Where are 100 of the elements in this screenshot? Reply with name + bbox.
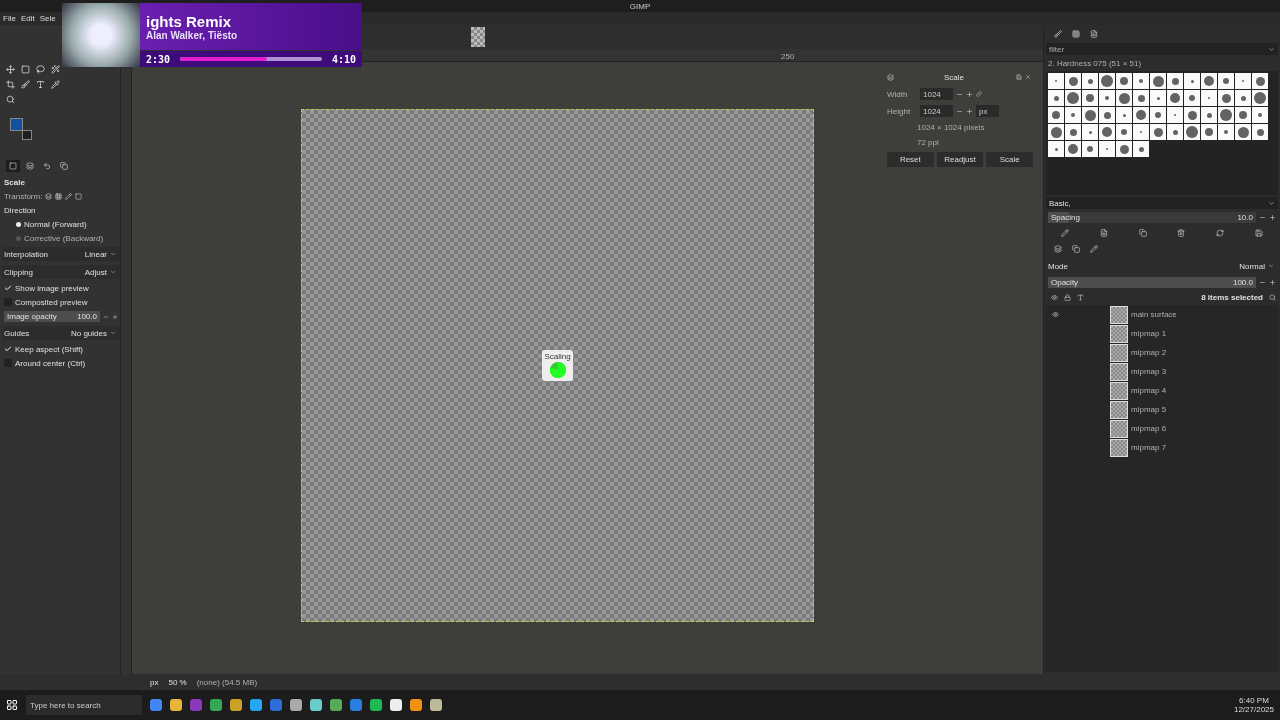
brush-thumbnail[interactable] <box>1150 73 1166 89</box>
close-icon[interactable] <box>1025 74 1031 80</box>
brush-thumbnail[interactable] <box>1065 141 1081 157</box>
eyedropper-icon[interactable] <box>51 80 60 89</box>
search-field[interactable]: Type here to search <box>26 695 142 715</box>
brush-thumbnail[interactable] <box>1082 90 1098 106</box>
patterns-tab-icon[interactable] <box>1072 30 1080 38</box>
tool-options-tab-icon[interactable] <box>6 160 20 172</box>
chain-link-icon[interactable] <box>976 91 982 97</box>
opacity-slider[interactable]: Image opacity 100.0 <box>4 311 100 322</box>
taskbar-app-icon[interactable] <box>210 699 222 711</box>
eye-icon[interactable] <box>1051 293 1058 301</box>
brush-thumbnail[interactable] <box>1116 124 1132 140</box>
brush-thumbnail[interactable] <box>1184 90 1200 106</box>
brush-thumbnail[interactable] <box>1184 124 1200 140</box>
brush-thumbnail[interactable] <box>1184 73 1200 89</box>
spacing-slider[interactable]: Spacing 10.0 <box>1048 212 1256 223</box>
taskbar-app-icon[interactable] <box>430 699 442 711</box>
brush-thumbnail[interactable] <box>1048 73 1064 89</box>
save-icon[interactable] <box>1016 74 1022 80</box>
duplicate-icon[interactable] <box>1138 229 1147 237</box>
brush-thumbnail[interactable] <box>1099 73 1115 89</box>
brush-thumbnail[interactable] <box>1099 141 1115 157</box>
brush-thumbnail[interactable] <box>1235 90 1251 106</box>
brush-thumbnail[interactable] <box>1201 124 1217 140</box>
menu-item[interactable]: Sele <box>39 14 56 23</box>
brush-thumbnail[interactable] <box>1133 90 1149 106</box>
brush-thumbnail[interactable] <box>1082 124 1098 140</box>
start-icon[interactable] <box>6 699 18 711</box>
layers-tab-icon[interactable] <box>1054 245 1062 253</box>
brush-thumbnail[interactable] <box>1116 73 1132 89</box>
checkbox[interactable] <box>4 284 12 292</box>
channels-tab-icon[interactable] <box>1072 245 1080 253</box>
unit-dropdown[interactable]: px <box>976 105 999 117</box>
brush-thumbnail[interactable] <box>1133 124 1149 140</box>
taskbar-app-icon[interactable] <box>370 699 382 711</box>
taskbar-app-icon[interactable] <box>390 699 402 711</box>
menu-item[interactable]: File <box>3 14 16 23</box>
brush-thumbnail[interactable] <box>1099 107 1115 123</box>
minus-icon[interactable] <box>1259 279 1266 286</box>
images-tab-icon[interactable] <box>57 160 71 172</box>
brush-thumbnail[interactable] <box>1048 90 1064 106</box>
checkbox[interactable] <box>4 345 12 353</box>
brush-thumbnail[interactable] <box>1201 107 1217 123</box>
move-tool-icon[interactable] <box>6 65 15 74</box>
lock-icon[interactable] <box>1064 293 1071 301</box>
brush-icon[interactable] <box>21 80 30 89</box>
background-color-swatch[interactable] <box>22 130 32 140</box>
brush-thumbnail[interactable] <box>1150 90 1166 106</box>
edit-icon[interactable] <box>1061 229 1070 237</box>
lasso-icon[interactable] <box>36 65 45 74</box>
dropdown[interactable]: Clipping Adjust <box>2 265 120 279</box>
delete-icon[interactable] <box>1177 229 1186 237</box>
taskbar-app-icon[interactable] <box>330 699 342 711</box>
brush-thumbnail[interactable] <box>1065 107 1081 123</box>
brush-thumbnail[interactable] <box>1218 73 1234 89</box>
brush-thumbnail[interactable] <box>1218 124 1234 140</box>
brush-thumbnail[interactable] <box>1235 73 1251 89</box>
crop-icon[interactable] <box>6 80 15 89</box>
brush-thumbnail[interactable] <box>1065 124 1081 140</box>
plus-icon[interactable] <box>966 107 973 115</box>
layer-mode-icon[interactable] <box>45 192 53 200</box>
brush-thumbnail[interactable] <box>1235 107 1251 123</box>
taskbar-app-icon[interactable] <box>410 699 422 711</box>
brush-thumbnail[interactable] <box>1167 124 1183 140</box>
brush-thumbnail[interactable] <box>1252 124 1268 140</box>
plus-icon[interactable] <box>1269 214 1276 221</box>
brush-thumbnail[interactable] <box>1235 124 1251 140</box>
unit-dropdown[interactable]: px <box>150 677 159 687</box>
foreground-color-swatch[interactable] <box>10 118 23 131</box>
brush-thumbnail[interactable] <box>1099 90 1115 106</box>
taskbar-app-icon[interactable] <box>250 699 262 711</box>
rectangle-select-icon[interactable] <box>21 65 30 74</box>
brush-thumbnail[interactable] <box>1082 141 1098 157</box>
new-icon[interactable] <box>1100 229 1108 237</box>
input-field[interactable]: 1024 <box>920 105 953 117</box>
brushes-tab-icon[interactable] <box>1054 30 1062 38</box>
plus-icon[interactable] <box>112 313 118 320</box>
refresh-icon[interactable] <box>1215 229 1224 237</box>
image-mode-icon[interactable] <box>75 192 83 200</box>
brush-thumbnail[interactable] <box>1133 107 1149 123</box>
dropdown[interactable]: Guides No guides <box>2 326 120 340</box>
opacity-slider[interactable]: Opacity 100.0 <box>1048 277 1256 288</box>
menu-item[interactable]: Edit <box>20 14 35 23</box>
brush-thumbnail[interactable] <box>1048 141 1064 157</box>
brush-thumbnail[interactable] <box>1099 124 1115 140</box>
radio-button[interactable] <box>16 221 21 227</box>
dropdown[interactable]: Interpolation Linear <box>2 247 120 261</box>
brush-thumbnail[interactable] <box>1184 107 1200 123</box>
dialog-button[interactable]: Scale <box>986 152 1033 167</box>
brush-thumbnail[interactable] <box>1201 90 1217 106</box>
taskbar-app-icon[interactable] <box>170 699 182 711</box>
text-tool-icon[interactable] <box>36 80 45 89</box>
brush-thumbnail[interactable] <box>1133 141 1149 157</box>
taskbar-app-icon[interactable] <box>230 699 242 711</box>
brush-thumbnail[interactable] <box>1252 73 1268 89</box>
brush-thumbnail[interactable] <box>1082 73 1098 89</box>
zoom-icon[interactable] <box>6 95 15 104</box>
brush-thumbnail[interactable] <box>1150 124 1166 140</box>
brush-thumbnail[interactable] <box>1150 107 1166 123</box>
